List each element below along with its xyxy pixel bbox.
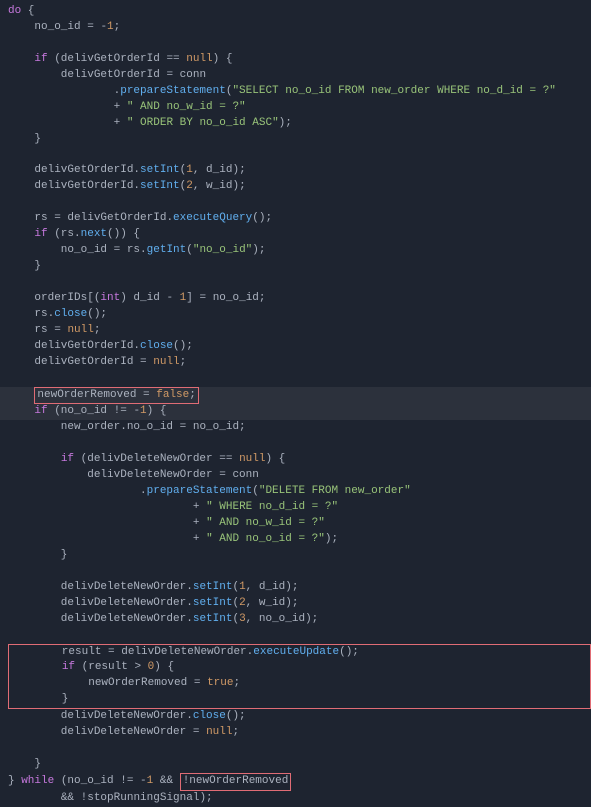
- highlighted-line: newOrderRemoved = false;: [0, 387, 591, 405]
- code-line: delivGetOrderId = conn: [0, 68, 591, 84]
- code-line: rs = delivGetOrderId.executeQuery();: [0, 211, 591, 227]
- code-line: delivDeleteNewOrder.close();: [0, 709, 591, 725]
- code-line: if (delivGetOrderId == null) {: [0, 52, 591, 68]
- code-line: rs = null;: [0, 323, 591, 339]
- code-line: if (no_o_id != -1) {: [0, 404, 591, 420]
- code-line: delivGetOrderId.setInt(2, w_id);: [0, 179, 591, 195]
- sql-string: " WHERE no_d_id = ?": [206, 501, 338, 513]
- code-line: new_order.no_o_id = no_o_id;: [0, 420, 591, 436]
- code-line: delivDeleteNewOrder.setInt(2, w_id);: [0, 596, 591, 612]
- code-line: && !stopRunningSignal);: [0, 791, 591, 807]
- code-line: .prepareStatement("SELECT no_o_id FROM n…: [0, 84, 591, 100]
- sql-string: "SELECT no_o_id FROM new_order WHERE no_…: [232, 85, 555, 97]
- code-line: newOrderRemoved = true;: [9, 676, 590, 692]
- sql-string: "DELETE FROM new_order": [259, 485, 411, 497]
- code-line: + " AND no_w_id = ?": [0, 100, 591, 116]
- code-line: } while (no_o_id != -1 && !newOrderRemov…: [0, 773, 591, 791]
- bool-false: false: [156, 389, 189, 401]
- highlight-box: result = delivDeleteNewOrder.executeUpda…: [8, 644, 591, 710]
- code-line: delivGetOrderId.setInt(1, d_id);: [0, 163, 591, 179]
- code-line: + " ORDER BY no_o_id ASC");: [0, 116, 591, 132]
- highlight-box: !newOrderRemoved: [180, 773, 292, 791]
- code-line: [0, 147, 591, 163]
- code-line: if (result > 0) {: [9, 660, 590, 676]
- code-line: if (rs.next()) {: [0, 227, 591, 243]
- code-line: }: [0, 548, 591, 564]
- highlight-box: newOrderRemoved = false;: [34, 387, 198, 405]
- code-line: [0, 36, 591, 52]
- code-line: delivDeleteNewOrder = conn: [0, 468, 591, 484]
- code-line: [0, 371, 591, 387]
- code-line: orderIDs[(int) d_id - 1] = no_o_id;: [0, 291, 591, 307]
- code-line: .prepareStatement("DELETE FROM new_order…: [0, 484, 591, 500]
- code-line: [0, 741, 591, 757]
- code-line: delivDeleteNewOrder.setInt(3, no_o_id);: [0, 612, 591, 628]
- sql-string: " ORDER BY no_o_id ASC": [127, 117, 279, 129]
- sql-string: " AND no_w_id = ?": [127, 101, 246, 113]
- code-line: }: [9, 692, 590, 708]
- code-line: no_o_id = rs.getInt("no_o_id");: [0, 243, 591, 259]
- code-line: rs.close();: [0, 307, 591, 323]
- code-line: [0, 195, 591, 211]
- code-line: delivGetOrderId = null;: [0, 355, 591, 371]
- code-line: [0, 436, 591, 452]
- code-line: }: [0, 259, 591, 275]
- code-line: + " WHERE no_d_id = ?": [0, 500, 591, 516]
- code-line: + " AND no_o_id = ?");: [0, 532, 591, 548]
- code-line: }: [0, 757, 591, 773]
- code-line: delivGetOrderId.close();: [0, 339, 591, 355]
- sql-string: " AND no_w_id = ?": [206, 517, 325, 529]
- code-line: result = delivDeleteNewOrder.executeUpda…: [9, 645, 590, 661]
- code-line: delivDeleteNewOrder.setInt(1, d_id);: [0, 580, 591, 596]
- code-line: if (delivDeleteNewOrder == null) {: [0, 452, 591, 468]
- code-line: do {: [0, 4, 591, 20]
- code-line: [0, 628, 591, 644]
- code-line: delivDeleteNewOrder = null;: [0, 725, 591, 741]
- code-line: + " AND no_w_id = ?": [0, 516, 591, 532]
- code-line: [0, 275, 591, 291]
- code-line: }: [0, 132, 591, 148]
- code-line: [0, 564, 591, 580]
- code-editor[interactable]: do { no_o_id = -1; if (delivGetOrderId =…: [0, 4, 591, 807]
- code-line: no_o_id = -1;: [0, 20, 591, 36]
- sql-string: " AND no_o_id = ?": [206, 533, 325, 545]
